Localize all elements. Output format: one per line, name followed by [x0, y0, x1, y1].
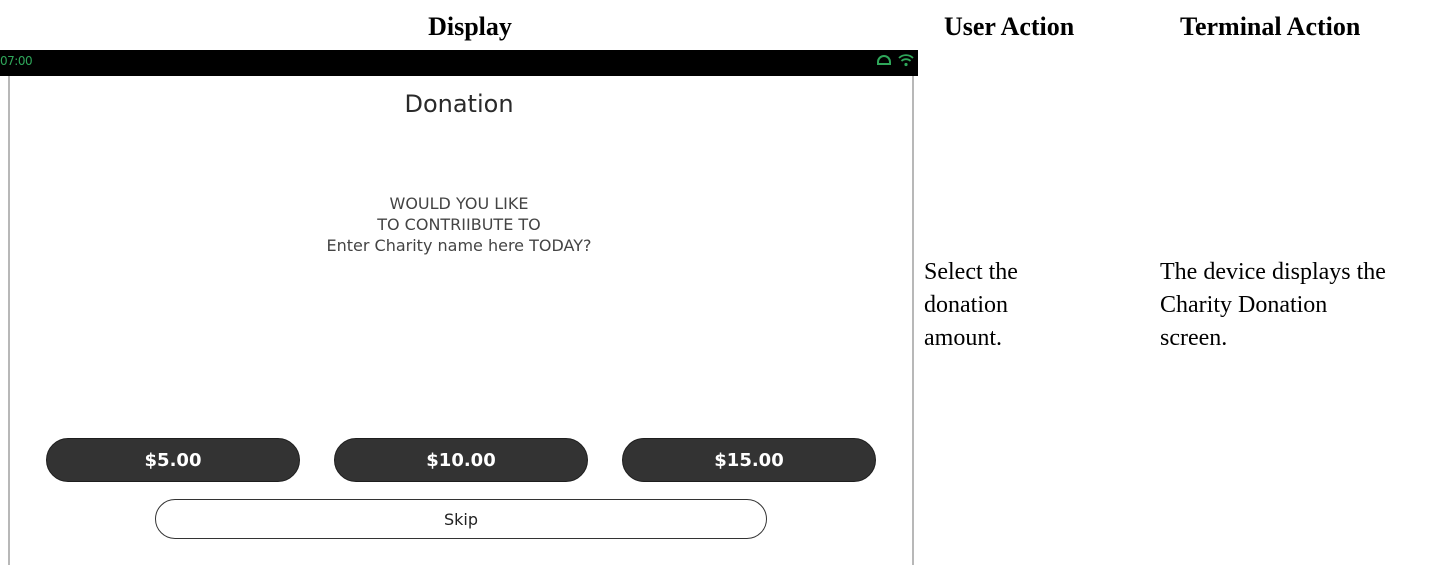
- device-border-left: [8, 76, 10, 565]
- status-time: 07:00: [0, 54, 33, 68]
- prompt-line: TO CONTRIIBUTE TO: [377, 215, 541, 234]
- device-screen: 07:00 Donation WOULD YOU LIKE TO CONTRII…: [0, 50, 918, 565]
- terminal-action-line: screen.: [1160, 325, 1228, 351]
- donate-5-button[interactable]: $5.00: [46, 438, 300, 482]
- user-action-line: donation: [924, 292, 1008, 318]
- terminal-action-text: The device displays the Charity Donation…: [1160, 256, 1450, 355]
- donate-15-button[interactable]: $15.00: [622, 438, 876, 482]
- column-header-display: Display: [428, 12, 512, 41]
- user-action-line: Select the: [924, 259, 1018, 285]
- cloud-icon: [876, 53, 892, 67]
- wifi-icon: [898, 53, 914, 67]
- column-header-user-action: User Action: [944, 12, 1075, 41]
- status-icons: [876, 53, 914, 67]
- user-action-line: amount.: [924, 325, 1002, 351]
- donation-prompt: WOULD YOU LIKE TO CONTRIIBUTE TO Enter C…: [0, 193, 918, 256]
- user-action-text: Select the donation amount.: [924, 256, 1064, 355]
- device-border-right: [912, 76, 914, 565]
- column-header-terminal-action: Terminal Action: [1180, 12, 1361, 41]
- screen-title: Donation: [404, 90, 514, 118]
- prompt-line: WOULD YOU LIKE: [389, 194, 529, 213]
- terminal-action-line: The device displays the: [1160, 259, 1386, 285]
- terminal-action-line: Charity Donation: [1160, 292, 1328, 318]
- donate-10-button[interactable]: $10.00: [334, 438, 588, 482]
- status-bar: 07:00: [0, 50, 918, 76]
- prompt-line: Enter Charity name here TODAY?: [326, 236, 592, 255]
- skip-button[interactable]: Skip: [155, 499, 767, 539]
